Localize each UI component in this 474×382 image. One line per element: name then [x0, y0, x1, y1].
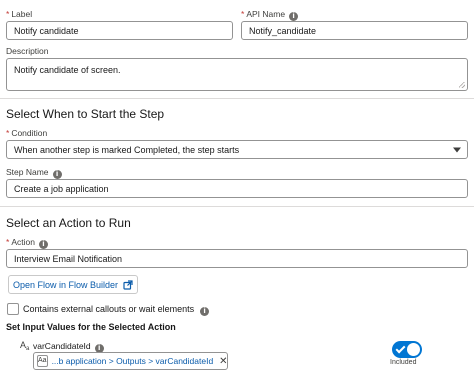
condition-select[interactable]: When another step is marked Completed, t…	[6, 140, 468, 159]
text-resource-icon: Aa	[37, 355, 48, 367]
info-icon[interactable]: i	[200, 307, 210, 316]
description-textarea[interactable]: Notify candidate of screen.	[6, 58, 468, 91]
section-divider	[0, 206, 474, 207]
input-var-value-pill[interactable]: Aa ...b application > Outputs > varCandi…	[33, 352, 228, 370]
api-name-input[interactable]: Notify_candidate	[241, 21, 468, 40]
section-divider	[0, 98, 474, 99]
check-icon	[395, 343, 406, 354]
start-section-title: Select When to Start the Step	[6, 107, 165, 121]
input-values-heading: Set Input Values for the Selected Action	[6, 322, 176, 332]
label-field-label: * Label	[6, 9, 33, 19]
action-section-title: Select an Action to Run	[6, 216, 131, 230]
action-field-label: * Action i	[6, 237, 48, 249]
condition-field-label: * Condition	[6, 128, 48, 138]
close-icon[interactable]: ✕	[219, 356, 227, 367]
include-toggle[interactable]	[392, 341, 422, 358]
callouts-checkbox[interactable]	[7, 303, 19, 315]
resize-grip-icon[interactable]	[459, 82, 465, 88]
pill-value: ...b application > Outputs > varCandidat…	[51, 356, 214, 366]
info-icon[interactable]: i	[289, 12, 299, 21]
label-input[interactable]: Notify candidate	[6, 21, 233, 40]
action-input[interactable]: Interview Email Notification	[6, 249, 468, 268]
toggle-label: Included	[390, 359, 417, 366]
api-name-field-label: * API Name i	[241, 9, 299, 21]
open-flow-button[interactable]: Open Flow in Flow Builder	[8, 275, 138, 294]
info-icon[interactable]: i	[52, 170, 62, 179]
toggle-knob	[407, 343, 420, 356]
step-name-input[interactable]: Create a job application	[6, 179, 468, 198]
external-link-icon	[123, 279, 133, 290]
info-icon[interactable]: i	[38, 240, 48, 249]
step-name-field-label: Step Name i	[6, 167, 62, 179]
text-type-icon: Aa	[20, 340, 30, 352]
callouts-checkbox-label: Contains external callouts or wait eleme…	[23, 304, 210, 316]
chevron-down-icon	[453, 147, 461, 152]
description-field-label: Description	[6, 46, 49, 56]
